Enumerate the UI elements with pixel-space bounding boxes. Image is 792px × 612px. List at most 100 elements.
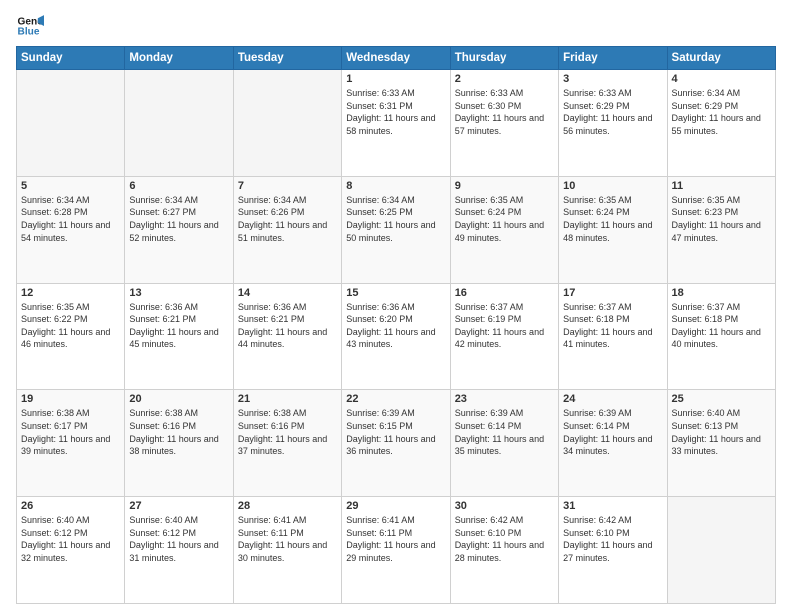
day-number: 26 <box>21 500 120 512</box>
day-number: 15 <box>346 287 445 299</box>
day-number: 16 <box>455 287 554 299</box>
weekday-header-friday: Friday <box>559 47 667 70</box>
day-number: 18 <box>672 287 771 299</box>
calendar-cell: 21Sunrise: 6:38 AMSunset: 6:16 PMDayligh… <box>233 390 341 497</box>
day-info: Sunrise: 6:34 AMSunset: 6:28 PMDaylight:… <box>21 194 120 244</box>
calendar-cell: 15 Sunrise: 6:36 AMSunset: 6:20 PMDayligh… <box>342 283 450 390</box>
day-info: Sunrise: 6:41 AMSunset: 6:11 PMDaylight:… <box>238 514 337 564</box>
day-number: 13 <box>129 287 228 299</box>
day-number: 10 <box>563 180 662 192</box>
calendar-cell: 27 Sunrise: 6:40 AMSunset: 6:12 PMDayligh… <box>125 497 233 604</box>
calendar-cell: 20 Sunrise: 6:38 AMSunset: 6:16 PMDayligh… <box>125 390 233 497</box>
day-number: 4 <box>672 73 771 85</box>
day-number: 29 <box>346 500 445 512</box>
svg-text:Blue: Blue <box>18 27 40 38</box>
calendar-cell: 13 Sunrise: 6:36 AMSunset: 6:21 PMDayligh… <box>125 283 233 390</box>
day-info: Sunrise: 6:38 AMSunset: 6:16 PMDaylight:… <box>129 407 228 457</box>
day-number: 31 <box>563 500 662 512</box>
calendar-table: SundayMondayTuesdayWednesdayThursdayFrid… <box>16 46 776 604</box>
day-info: Sunrise: 6:36 AMSunset: 6:20 PMDaylight:… <box>346 301 445 351</box>
day-number: 20 <box>129 393 228 405</box>
calendar-cell: 19 Sunrise: 6:38 AMSunset: 6:17 PMDayligh… <box>17 390 125 497</box>
day-number: 23 <box>455 393 554 405</box>
week-row-4: 19 Sunrise: 6:38 AMSunset: 6:17 PMDayligh… <box>17 390 776 497</box>
week-row-1: 1Sunrise: 6:33 AMSunset: 6:31 PMDaylight… <box>17 70 776 177</box>
calendar-cell: 29 Sunrise: 6:41 AMSunset: 6:11 PMDayligh… <box>342 497 450 604</box>
day-info: Sunrise: 6:38 AMSunset: 6:17 PMDaylight:… <box>21 407 120 457</box>
weekday-header-thursday: Thursday <box>450 47 558 70</box>
calendar-cell: 30 Sunrise: 6:42 AMSunset: 6:10 PMDayligh… <box>450 497 558 604</box>
weekday-header-saturday: Saturday <box>667 47 775 70</box>
day-number: 17 <box>563 287 662 299</box>
day-number: 6 <box>129 180 228 192</box>
day-number: 28 <box>238 500 337 512</box>
calendar-cell: 2 Sunrise: 6:33 AMSunset: 6:30 PMDaylight… <box>450 70 558 177</box>
calendar-cell <box>233 70 341 177</box>
day-info: Sunrise: 6:37 AMSunset: 6:19 PMDaylight:… <box>455 301 554 351</box>
calendar-cell: 4 Sunrise: 6:34 AMSunset: 6:29 PMDaylight… <box>667 70 775 177</box>
calendar-cell: 14 Sunrise: 6:36 AMSunset: 6:21 PMDayligh… <box>233 283 341 390</box>
day-number: 14 <box>238 287 337 299</box>
calendar-cell <box>17 70 125 177</box>
day-number: 27 <box>129 500 228 512</box>
weekday-header-wednesday: Wednesday <box>342 47 450 70</box>
day-number: 22 <box>346 393 445 405</box>
calendar-cell: 3 Sunrise: 6:33 AMSunset: 6:29 PMDaylight… <box>559 70 667 177</box>
calendar-cell: 11 Sunrise: 6:35 AMSunset: 6:23 PMDayligh… <box>667 176 775 283</box>
logo: General Blue <box>16 12 48 40</box>
day-info: Sunrise: 6:40 AMSunset: 6:12 PMDaylight:… <box>129 514 228 564</box>
day-number: 24 <box>563 393 662 405</box>
calendar-cell: 25 Sunrise: 6:40 AMSunset: 6:13 PMDayligh… <box>667 390 775 497</box>
day-info: Sunrise: 6:33 AMSunset: 6:29 PMDaylight:… <box>563 87 662 137</box>
calendar-cell <box>125 70 233 177</box>
weekday-header-tuesday: Tuesday <box>233 47 341 70</box>
day-number: 3 <box>563 73 662 85</box>
day-info: Sunrise: 6:39 AMSunset: 6:14 PMDaylight:… <box>455 407 554 457</box>
calendar-cell: 28 Sunrise: 6:41 AMSunset: 6:11 PMDayligh… <box>233 497 341 604</box>
day-info: Sunrise: 6:37 AMSunset: 6:18 PMDaylight:… <box>563 301 662 351</box>
calendar-cell: 7 Sunrise: 6:34 AMSunset: 6:26 PMDaylight… <box>233 176 341 283</box>
header: General Blue <box>16 12 776 40</box>
day-number: 19 <box>21 393 120 405</box>
day-info: Sunrise: 6:39 AMSunset: 6:14 PMDaylight:… <box>563 407 662 457</box>
week-row-3: 12 Sunrise: 6:35 AMSunset: 6:22 PMDayligh… <box>17 283 776 390</box>
day-number: 11 <box>672 180 771 192</box>
day-info: Sunrise: 6:34 AMSunset: 6:29 PMDaylight:… <box>672 87 771 137</box>
day-info: Sunrise: 6:36 AMSunset: 6:21 PMDaylight:… <box>129 301 228 351</box>
day-number: 30 <box>455 500 554 512</box>
calendar-cell: 26Sunrise: 6:40 AMSunset: 6:12 PMDayligh… <box>17 497 125 604</box>
day-number: 7 <box>238 180 337 192</box>
day-info: Sunrise: 6:37 AMSunset: 6:18 PMDaylight:… <box>672 301 771 351</box>
page: General Blue SundayMondayTuesdayWednesda… <box>0 0 792 612</box>
calendar-cell: 18 Sunrise: 6:37 AMSunset: 6:18 PMDayligh… <box>667 283 775 390</box>
day-number: 9 <box>455 180 554 192</box>
calendar-cell: 5Sunrise: 6:34 AMSunset: 6:28 PMDaylight… <box>17 176 125 283</box>
day-info: Sunrise: 6:42 AMSunset: 6:10 PMDaylight:… <box>455 514 554 564</box>
day-info: Sunrise: 6:41 AMSunset: 6:11 PMDaylight:… <box>346 514 445 564</box>
day-info: Sunrise: 6:35 AMSunset: 6:22 PMDaylight:… <box>21 301 120 351</box>
day-info: Sunrise: 6:36 AMSunset: 6:21 PMDaylight:… <box>238 301 337 351</box>
day-info: Sunrise: 6:42 AMSunset: 6:10 PMDaylight:… <box>563 514 662 564</box>
day-number: 12 <box>21 287 120 299</box>
day-info: Sunrise: 6:34 AMSunset: 6:26 PMDaylight:… <box>238 194 337 244</box>
week-row-2: 5Sunrise: 6:34 AMSunset: 6:28 PMDaylight… <box>17 176 776 283</box>
calendar-cell: 1Sunrise: 6:33 AMSunset: 6:31 PMDaylight… <box>342 70 450 177</box>
weekday-header-row: SundayMondayTuesdayWednesdayThursdayFrid… <box>17 47 776 70</box>
logo-icon: General Blue <box>16 12 44 40</box>
calendar-cell: 24 Sunrise: 6:39 AMSunset: 6:14 PMDayligh… <box>559 390 667 497</box>
day-info: Sunrise: 6:35 AMSunset: 6:23 PMDaylight:… <box>672 194 771 244</box>
day-number: 8 <box>346 180 445 192</box>
calendar-cell: 9Sunrise: 6:35 AMSunset: 6:24 PMDaylight… <box>450 176 558 283</box>
day-number: 25 <box>672 393 771 405</box>
day-number: 1 <box>346 73 445 85</box>
day-number: 21 <box>238 393 337 405</box>
calendar-cell: 31 Sunrise: 6:42 AMSunset: 6:10 PMDayligh… <box>559 497 667 604</box>
day-info: Sunrise: 6:35 AMSunset: 6:24 PMDaylight:… <box>563 194 662 244</box>
day-number: 2 <box>455 73 554 85</box>
calendar-cell: 8Sunrise: 6:34 AMSunset: 6:25 PMDaylight… <box>342 176 450 283</box>
day-info: Sunrise: 6:33 AMSunset: 6:30 PMDaylight:… <box>455 87 554 137</box>
day-info: Sunrise: 6:40 AMSunset: 6:13 PMDaylight:… <box>672 407 771 457</box>
calendar-cell <box>667 497 775 604</box>
week-row-5: 26 Sunrise: 6:40 AMSunset: 6:12 PMDayligh… <box>17 497 776 604</box>
calendar-cell: 12 Sunrise: 6:35 AMSunset: 6:22 PMDayligh… <box>17 283 125 390</box>
